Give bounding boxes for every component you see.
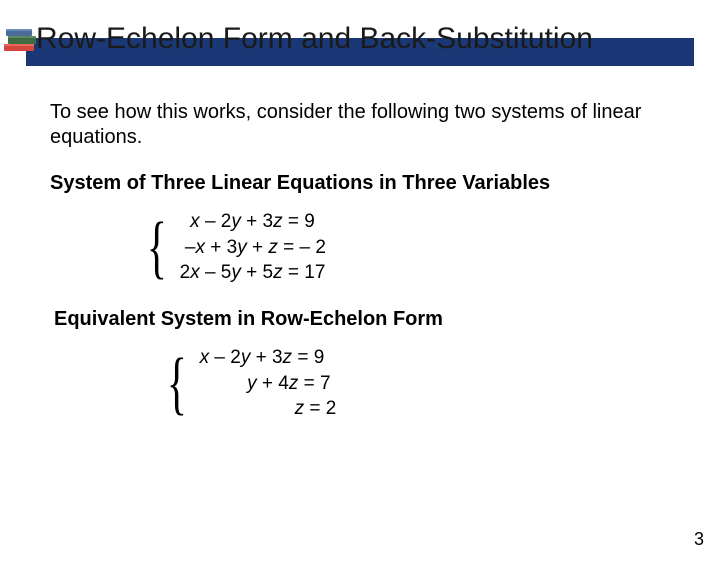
- brace-icon: {: [167, 352, 187, 415]
- title-bar: Row-Echelon Form and Back-Substitution: [26, 22, 694, 68]
- equations-group-2: x – 2y + 3z = 9 y + 4z = 7 z = 2: [200, 345, 337, 422]
- system2-heading: Equivalent System in Row-Echelon Form: [54, 308, 680, 331]
- slide-title: Row-Echelon Form and Back-Substitution: [36, 22, 593, 56]
- intro-text: To see how this works, consider the foll…: [50, 100, 680, 150]
- equation-row: x – 2y + 3z = 9: [180, 209, 326, 235]
- brace-icon: {: [147, 216, 167, 279]
- equation-row: 2x – 5y + 5z = 17: [180, 260, 326, 286]
- equations-group-1: x – 2y + 3z = 9 –x + 3y + z = – 2 2x – 5…: [180, 209, 326, 286]
- system1-heading: System of Three Linear Equations in Thre…: [50, 172, 680, 195]
- system1-equations: { x – 2y + 3z = 9 –x + 3y + z = – 2 2x –…: [140, 209, 680, 286]
- equation-row: y + 4z = 7: [200, 371, 337, 397]
- system2-equations: { x – 2y + 3z = 9 y + 4z = 7 z = 2: [160, 345, 680, 422]
- equation-row: z = 2: [200, 396, 337, 422]
- books-icon: [0, 22, 42, 63]
- equation-row: x – 2y + 3z = 9: [200, 345, 337, 371]
- equation-row: –x + 3y + z = – 2: [180, 235, 326, 261]
- body-content: To see how this works, consider the foll…: [50, 100, 680, 422]
